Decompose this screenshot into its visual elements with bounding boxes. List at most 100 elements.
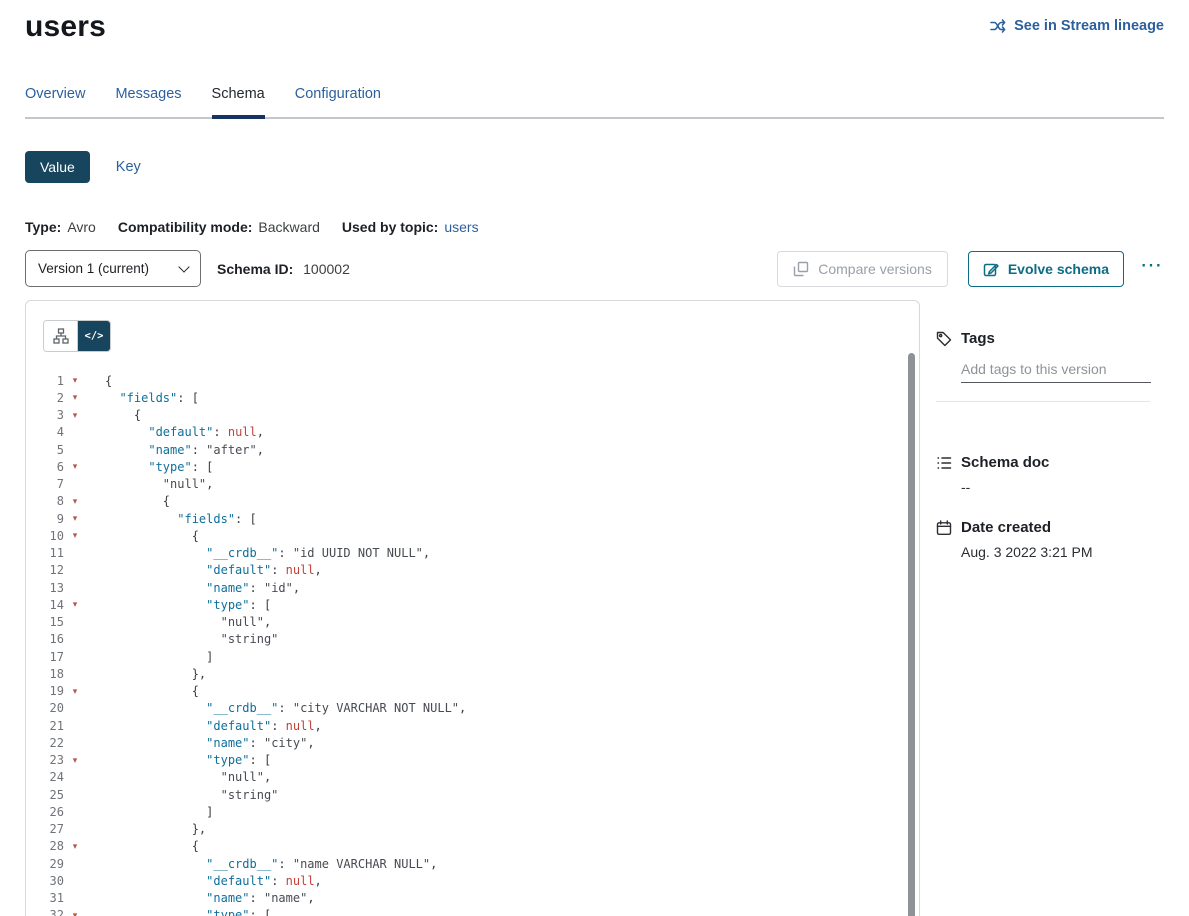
line-number: 25 [26,788,64,802]
doc-list-icon [936,455,952,471]
compare-versions-button[interactable]: Compare versions [777,251,948,287]
date-created-value: Aug. 3 2022 3:21 PM [961,544,1164,560]
code-line: 10▾ { [26,527,919,544]
code-view-button[interactable]: </> [77,321,110,351]
fold-toggle-icon[interactable]: ▾ [64,531,81,540]
evolve-schema-button[interactable]: Evolve schema [968,251,1124,287]
code-line: 31 "name": "name", [26,890,919,907]
tab-overview[interactable]: Overview [25,86,85,117]
code-text: "default": null, [81,563,322,577]
topic-label: Used by topic: [342,219,438,235]
date-created-title: Date created [961,519,1051,536]
line-number: 9 [26,512,64,526]
fold-toggle-icon[interactable]: ▾ [64,600,81,609]
code-line: 20 "__crdb__": "city VARCHAR NOT NULL", [26,700,919,717]
fold-toggle-icon[interactable]: ▾ [64,514,81,523]
code-text: "null", [81,477,213,491]
value-toggle-button[interactable]: Value [25,151,90,183]
tab-configuration[interactable]: Configuration [295,86,381,117]
schema-editor-panel: </> 1▾{2▾ "fields": [3▾ {4 "default": nu… [25,300,920,916]
tags-header: Tags [936,330,1164,347]
tree-view-icon [53,328,69,344]
fold-toggle-icon[interactable]: ▾ [64,376,81,385]
evolve-schema-label: Evolve schema [1008,261,1109,277]
schema-id-value: 100002 [303,261,350,277]
stream-lineage-link[interactable]: See in Stream lineage [990,18,1164,34]
tab-messages[interactable]: Messages [115,86,181,117]
code-text: { [81,839,199,853]
line-number: 2 [26,391,64,405]
code-line: 9▾ "fields": [ [26,510,919,527]
schema-page: users See in Stream lineage Overview Mess… [0,0,1189,916]
fold-toggle-icon[interactable]: ▾ [64,842,81,851]
code-line: 16 "string" [26,631,919,648]
schema-doc-section: Schema doc -- [936,454,1164,495]
code-text: "type": [ [81,598,271,612]
line-number: 21 [26,719,64,733]
code-line: 17 ] [26,648,919,665]
code-text: "name": "name", [81,891,315,905]
fold-toggle-icon[interactable]: ▾ [64,687,81,696]
code-line: 30 "default": null, [26,872,919,889]
fold-toggle-icon[interactable]: ▾ [64,756,81,765]
code-line: 18 }, [26,665,919,682]
line-number: 12 [26,563,64,577]
version-select-wrap: Version 1 (current) [25,250,201,287]
schema-id: Schema ID: 100002 [217,261,350,277]
code-text: }, [81,667,206,681]
line-number: 7 [26,477,64,491]
line-number: 30 [26,874,64,888]
tree-view-button[interactable] [44,321,77,351]
code-text: ] [81,650,213,664]
code-line: 23▾ "type": [ [26,752,919,769]
schema-sidebar: Tags Schema doc [920,300,1164,560]
line-number: 29 [26,857,64,871]
line-number: 3 [26,408,64,422]
schema-doc-value: -- [961,479,1164,495]
editor-scrollbar-thumb[interactable] [908,353,915,916]
line-number: 32 [26,908,64,916]
version-select[interactable]: Version 1 (current) [25,250,201,287]
code-line: 27 }, [26,821,919,838]
code-lines: 1▾{2▾ "fields": [3▾ {4 "default": null,5… [26,372,919,916]
code-line: 5 "name": "after", [26,441,919,458]
code-text: "type": [ [81,908,271,916]
line-number: 1 [26,374,64,388]
code-line: 32▾ "type": [ [26,907,919,916]
schema-id-label: Schema ID: [217,261,293,277]
schema-doc-title: Schema doc [961,454,1049,471]
line-number: 4 [26,425,64,439]
value-key-toggle: Value Key [25,151,1189,183]
line-number: 31 [26,891,64,905]
stream-lineage-icon [990,18,1006,34]
code-text: "__crdb__": "city VARCHAR NOT NULL", [81,701,466,715]
tab-schema[interactable]: Schema [212,86,265,117]
calendar-icon [936,520,952,536]
fold-toggle-icon[interactable]: ▾ [64,393,81,402]
fold-toggle-icon[interactable]: ▾ [64,411,81,420]
code-line: 24 "null", [26,769,919,786]
key-toggle-button[interactable]: Key [116,159,141,175]
code-text: { [81,529,199,543]
line-number: 22 [26,736,64,750]
more-actions-button[interactable]: ⋯ [1138,254,1164,284]
code-text: "string" [81,632,278,646]
line-number: 17 [26,650,64,664]
code-line: 14▾ "type": [ [26,596,919,613]
code-line: 29 "__crdb__": "name VARCHAR NULL", [26,855,919,872]
code-line: 4 "default": null, [26,424,919,441]
code-text: "fields": [ [81,512,257,526]
line-number: 15 [26,615,64,629]
fold-toggle-icon[interactable]: ▾ [64,462,81,471]
page-header: users See in Stream lineage [0,0,1189,44]
fold-toggle-icon[interactable]: ▾ [64,911,81,916]
code-text: "name": "after", [81,443,264,457]
fold-toggle-icon[interactable]: ▾ [64,497,81,506]
editor-scrollbar-track[interactable] [907,353,916,916]
code-text: "name": "id", [81,581,300,595]
add-tags-input[interactable] [961,359,1151,383]
code-line: 15 "null", [26,614,919,631]
topic-link[interactable]: users [444,219,478,235]
main-content: </> 1▾{2▾ "fields": [3▾ {4 "default": nu… [25,300,1164,916]
code-text: "default": null, [81,425,264,439]
